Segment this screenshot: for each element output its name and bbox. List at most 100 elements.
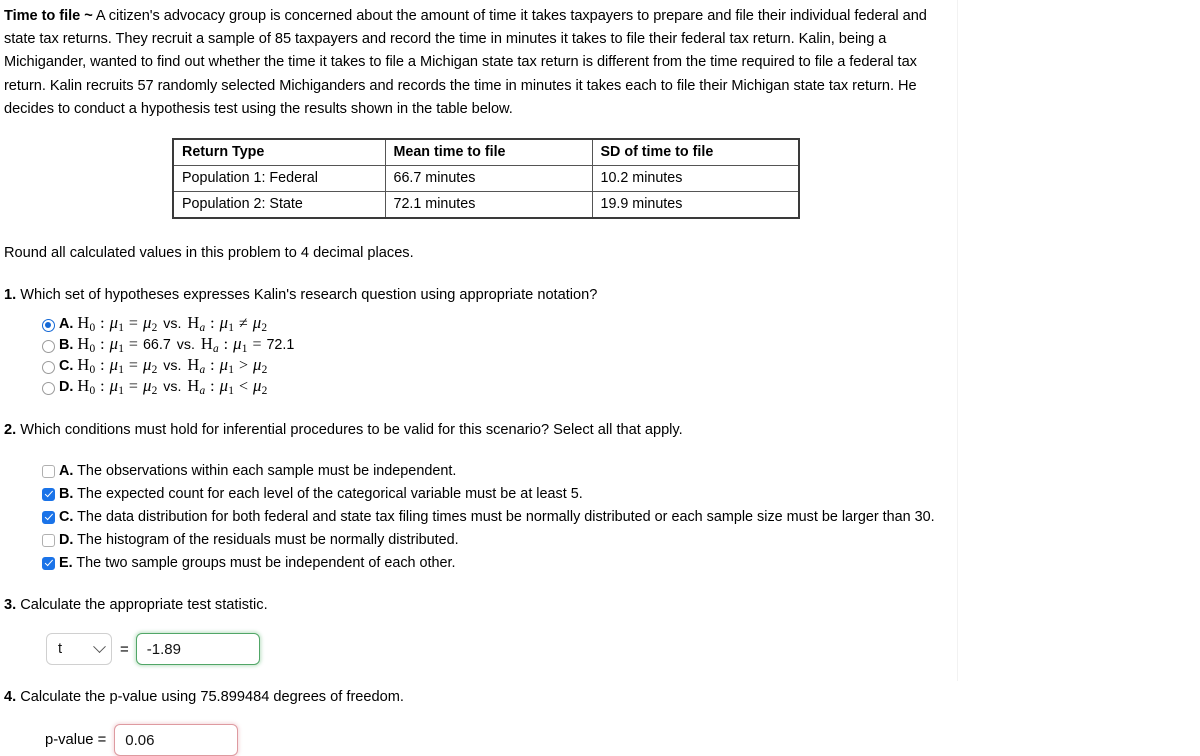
panel-divider xyxy=(957,0,958,681)
column-header-sd: SD of time to file xyxy=(591,138,800,167)
colon-b1: : xyxy=(100,335,105,353)
alt-operator-a: ≠ xyxy=(238,314,248,332)
alt-right-subscript-d: 2 xyxy=(261,385,268,398)
condition-letter-b: B. xyxy=(59,486,74,503)
ha-symbol-a: H xyxy=(187,312,200,332)
choice-option-d[interactable]: D. H0 : μ1 = μ2 vs. Ha : μ1 < μ2 xyxy=(42,376,951,401)
table-row: Population 1: Federal 66.7 minutes 10.2 … xyxy=(172,165,800,193)
h0-symbol-c: H xyxy=(77,354,90,374)
vs-text-b: vs. xyxy=(176,336,195,353)
ha-symbol-b: H xyxy=(200,333,213,353)
p-value-label: p-value = xyxy=(45,732,107,749)
mu-a1: μ xyxy=(109,312,119,332)
table-row: Population 2: State 72.1 minutes 19.9 mi… xyxy=(172,191,800,219)
alt-operator-d: < xyxy=(238,377,248,395)
alt-right-b: 72.1 xyxy=(266,336,295,353)
mu-c2: μ xyxy=(219,354,229,374)
test-statistic-select[interactable]: t xyxy=(46,633,112,666)
alt-operator-c: > xyxy=(238,356,248,374)
radio-icon-b[interactable] xyxy=(42,340,55,354)
condition-label-d: D. The histogram of the residuals must b… xyxy=(59,530,459,550)
cell-population-1-label: Population 1: Federal xyxy=(172,165,386,193)
cell-population-2-label: Population 2: State xyxy=(172,191,386,219)
h0-symbol-a: H xyxy=(77,312,90,332)
question-3-heading: 3. Calculate the appropriate test statis… xyxy=(4,595,951,615)
condition-text-a: The observations within each sample must… xyxy=(73,463,457,480)
problem-tilde: ~ xyxy=(84,8,93,24)
condition-text-e: The two sample groups must be independen… xyxy=(72,555,456,572)
cell-population-1-sd: 10.2 minutes xyxy=(591,165,800,193)
checkbox-icon-e[interactable] xyxy=(42,556,55,570)
condition-option-c[interactable]: C. The data distribution for both federa… xyxy=(42,507,951,527)
condition-text-c: The data distribution for both federal a… xyxy=(73,509,935,526)
h0-symbol-d: H xyxy=(77,375,90,395)
choice-letter-c: C. xyxy=(59,357,74,374)
ha-subscript-a: a xyxy=(199,322,206,335)
null-operator-d: = xyxy=(128,377,138,395)
alt-right-subscript-c: 2 xyxy=(261,364,268,377)
mu-c1: μ xyxy=(109,354,119,374)
table-header-row: Return Type Mean time to file SD of time… xyxy=(172,138,800,167)
mu-subscript-d2: 1 xyxy=(228,385,234,398)
null-right-b: 66.7 xyxy=(142,336,171,353)
test-statistic-select-value: t xyxy=(58,641,63,658)
condition-label-c: C. The data distribution for both federa… xyxy=(59,507,935,527)
ha-subscript-c: a xyxy=(199,364,206,377)
condition-option-b[interactable]: B. The expected count for each level of … xyxy=(42,484,951,504)
test-statistic-input[interactable]: -1.89 xyxy=(135,633,260,666)
cell-population-2-sd: 19.9 minutes xyxy=(591,191,800,219)
condition-label-a: A. The observations within each sample m… xyxy=(59,461,456,481)
colon-b2: : xyxy=(223,335,229,353)
radio-icon-a[interactable] xyxy=(42,319,55,333)
null-right-subscript-a: 2 xyxy=(151,322,158,335)
mu-subscript-c2: 1 xyxy=(228,364,234,377)
question-2-number: 2. xyxy=(4,422,17,439)
condition-label-e: E. The two sample groups must be indepen… xyxy=(59,553,456,573)
question-3-number: 3. xyxy=(4,597,17,614)
choice-label-d: D. H0 : μ1 = μ2 vs. Ha : μ1 < μ2 xyxy=(59,376,267,401)
radio-icon-c[interactable] xyxy=(42,361,55,375)
condition-option-e[interactable]: E. The two sample groups must be indepen… xyxy=(42,553,951,573)
h0-subscript-a: 0 xyxy=(89,322,96,335)
choice-letter-b: B. xyxy=(59,336,74,353)
condition-letter-a: A. xyxy=(59,463,74,480)
choice-option-c[interactable]: C. H0 : μ1 = μ2 vs. Ha : μ1 > μ2 xyxy=(42,354,951,377)
colon-d2: : xyxy=(210,377,215,395)
choice-option-a[interactable]: A. H0 : μ1 = μ2 vs. Ha : μ1 ≠ μ2 xyxy=(42,312,951,335)
mu-subscript-b2: 1 xyxy=(241,343,248,356)
equals-sign-test-statistic: = xyxy=(120,640,129,658)
choice-option-b[interactable]: B. H0 : μ1 = 66.7 vs. Ha : μ1 = 72.1 xyxy=(42,333,951,356)
ha-subscript-b: a xyxy=(212,343,219,356)
column-header-mean: Mean time to file xyxy=(384,138,593,167)
null-operator-b: = xyxy=(128,335,138,353)
ha-symbol-d: H xyxy=(187,375,200,395)
colon-c1: : xyxy=(100,356,105,374)
mu-subscript-c1: 1 xyxy=(118,364,124,377)
mu-subscript-a1: 1 xyxy=(118,322,124,335)
question-1-heading: 1. Which set of hypotheses expresses Kal… xyxy=(4,285,951,305)
question-2-text: Which conditions must hold for inferenti… xyxy=(16,422,683,439)
null-operator-a: = xyxy=(128,314,138,332)
checkbox-icon-a[interactable] xyxy=(42,464,55,478)
cell-population-2-mean: 72.1 minutes xyxy=(384,191,593,219)
radio-icon-d[interactable] xyxy=(42,382,55,396)
condition-option-a[interactable]: A. The observations within each sample m… xyxy=(42,461,951,481)
null-right-subscript-d: 2 xyxy=(151,385,158,398)
conditions-checkbox-list: A. The observations within each sample m… xyxy=(4,461,951,573)
ha-subscript-d: a xyxy=(199,385,206,398)
checkbox-icon-c[interactable] xyxy=(42,510,55,524)
mu-subscript-a2: 1 xyxy=(228,322,234,335)
mu-a2: μ xyxy=(219,312,229,332)
alt-right-subscript-a: 2 xyxy=(261,322,268,335)
vs-text-d: vs. xyxy=(163,378,182,395)
colon-a1: : xyxy=(100,314,105,332)
checkbox-icon-b[interactable] xyxy=(42,487,55,501)
question-2-heading: 2. Which conditions must hold for infere… xyxy=(4,420,951,440)
condition-option-d[interactable]: D. The histogram of the residuals must b… xyxy=(42,530,951,550)
question-1-text: Which set of hypotheses expresses Kalin'… xyxy=(16,287,598,304)
checkbox-icon-d[interactable] xyxy=(42,533,55,547)
question-4-text: Calculate the p-value using 75.899484 de… xyxy=(16,689,404,706)
p-value-answer-row: p-value = 0.06 xyxy=(4,724,951,756)
p-value-input[interactable]: 0.06 xyxy=(114,724,239,756)
colon-a2: : xyxy=(210,314,215,332)
